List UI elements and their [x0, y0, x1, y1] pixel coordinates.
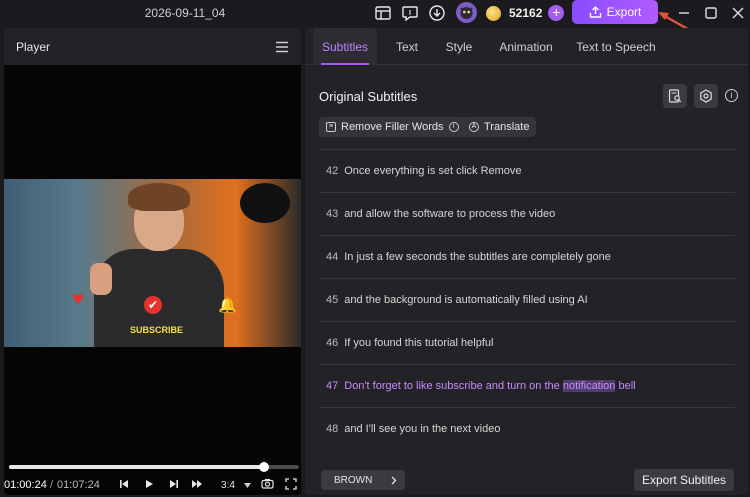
- close-icon[interactable]: [729, 4, 747, 22]
- tab-subtitles[interactable]: Subtitles: [313, 28, 377, 65]
- timeline-progress: [9, 465, 265, 469]
- feedback-icon[interactable]: [401, 4, 419, 22]
- player-panel: Player ♥ ✔ 🔔 SUBSCRIBE 01:00:24 / 01:07:…: [4, 28, 301, 495]
- tab-style[interactable]: Style: [439, 28, 479, 65]
- section-title: Original Subtitles: [319, 89, 418, 104]
- settings-icon[interactable]: [694, 84, 718, 108]
- title-bar: 2026-09-11_04 52162 + Export: [0, 0, 750, 26]
- coin-count: 52162: [509, 6, 543, 20]
- list-item[interactable]: 42 Once everything is set click Remove: [319, 149, 735, 192]
- style-select[interactable]: BROWN: [321, 470, 405, 490]
- prev-frame-icon[interactable]: [117, 479, 131, 492]
- heart-icon: ♥: [72, 288, 84, 310]
- camera-shape: [240, 183, 290, 223]
- list-item[interactable]: 46 If you found this tutorial helpful: [319, 321, 735, 364]
- remove-filler-words-button[interactable]: ≡ Remove Filler Words i: [319, 117, 466, 137]
- chevron-down-icon[interactable]: [240, 480, 254, 491]
- export-button[interactable]: Export: [572, 0, 658, 24]
- coin-balance[interactable]: 52162 +: [486, 3, 565, 23]
- timeline-handle[interactable]: [259, 462, 270, 472]
- list-item[interactable]: 44 In just a few seconds the subtitles ar…: [319, 235, 735, 278]
- aspect-ratio-value[interactable]: 3:4: [219, 480, 237, 491]
- bell-icon: 🔔: [218, 297, 237, 314]
- fast-forward-icon[interactable]: [190, 479, 204, 492]
- total-time: 01:07:24: [57, 479, 100, 491]
- tab-text-to-speech[interactable]: Text to Speech: [573, 28, 659, 65]
- subtitle-list: 42 Once everything is set click Remove 43…: [319, 149, 735, 450]
- info-icon[interactable]: i: [448, 122, 459, 132]
- video-subscribe-text: SUBSCRIBE: [130, 325, 184, 335]
- next-frame-icon[interactable]: [167, 479, 181, 492]
- tab-text[interactable]: Text: [387, 28, 427, 65]
- tab-animation[interactable]: Animation: [493, 28, 559, 65]
- list-item-active[interactable]: 47 Don't forget to like subscribe and tu…: [319, 364, 735, 407]
- coin-icon: [486, 5, 501, 21]
- filler-words-icon: ≡: [326, 122, 336, 132]
- download-icon[interactable]: [428, 4, 446, 22]
- thumbs-up-shape: [90, 263, 112, 295]
- subtitles-panel: Subtitles Text Style Animation Text to S…: [305, 28, 748, 495]
- maximize-icon[interactable]: [702, 4, 720, 22]
- window-title: 2026-09-11_04: [144, 6, 226, 20]
- export-label: Export: [606, 5, 642, 19]
- add-coins-button[interactable]: +: [548, 5, 565, 21]
- search-subtitles-icon[interactable]: [663, 84, 687, 108]
- player-controls: 01:00:24 / 01:07:24 3:4: [4, 476, 301, 494]
- timeline-scrubber[interactable]: [9, 462, 299, 472]
- snapshot-icon[interactable]: [260, 478, 274, 492]
- person-hair: [128, 183, 190, 211]
- current-time: 01:00:24: [4, 479, 47, 491]
- list-item[interactable]: 43 and allow the software to process the …: [319, 192, 735, 235]
- translate-label: Translate: [484, 121, 530, 133]
- check-icon: ✔: [144, 296, 162, 314]
- style-select-value: BROWN: [334, 474, 373, 486]
- list-item[interactable]: 45 and the background is automatically fi…: [319, 278, 735, 321]
- avatar[interactable]: [456, 2, 477, 23]
- fullscreen-icon[interactable]: [284, 477, 298, 493]
- player-header: Player: [4, 28, 301, 65]
- translate-icon: A: [469, 122, 479, 132]
- play-icon[interactable]: [142, 479, 156, 492]
- time-separator: /: [50, 479, 54, 491]
- tab-bar: Subtitles Text Style Animation Text to S…: [305, 28, 748, 65]
- menu-icon[interactable]: [275, 41, 289, 53]
- info-icon[interactable]: i: [725, 89, 738, 102]
- list-item[interactable]: 48 and I'll see you in the next video: [319, 407, 735, 450]
- translate-button[interactable]: A Translate: [462, 117, 537, 137]
- remove-filler-label: Remove Filler Words: [341, 121, 444, 133]
- chevron-right-icon: [391, 476, 397, 484]
- highlighted-word: notification: [562, 380, 616, 392]
- layout-icon[interactable]: [374, 4, 392, 22]
- export-subtitles-button[interactable]: Export Subtitles: [634, 469, 734, 491]
- player-title: Player: [16, 39, 51, 54]
- panel-footer: BROWN Export Subtitles: [305, 464, 748, 495]
- export-icon: [589, 5, 601, 18]
- video-frame[interactable]: ♥ ✔ 🔔 SUBSCRIBE: [4, 179, 301, 347]
